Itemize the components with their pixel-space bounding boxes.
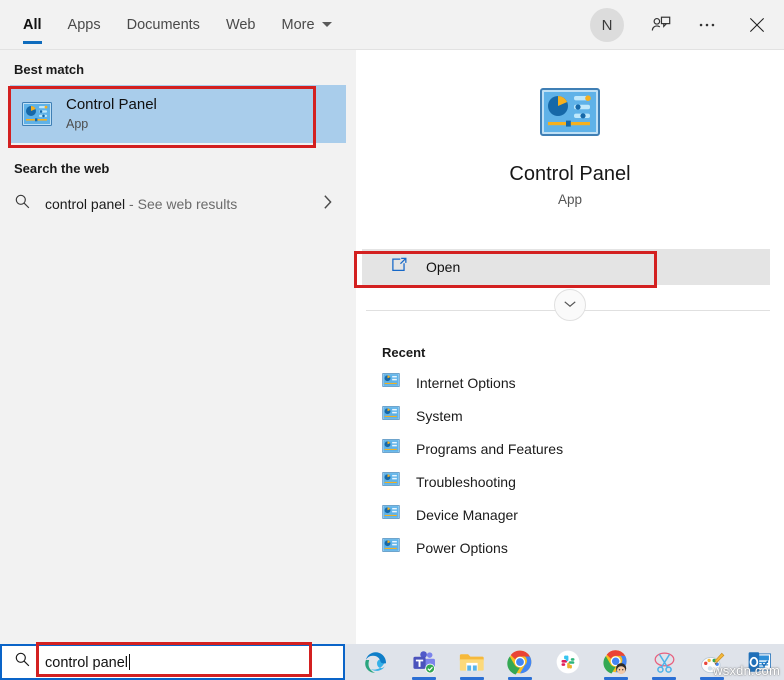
- control-panel-icon: [382, 472, 400, 491]
- open-external-icon: [390, 256, 408, 279]
- ellipsis-icon[interactable]: [684, 0, 730, 50]
- preview-pane: Control Panel App Open: [356, 50, 784, 644]
- tab-all[interactable]: All: [10, 0, 55, 50]
- recent-item-programs-and-features[interactable]: Programs and Features: [356, 432, 784, 465]
- close-icon[interactable]: [730, 0, 784, 50]
- control-panel-icon: [382, 439, 400, 458]
- recent-item-label: Internet Options: [416, 375, 516, 391]
- preview-app-type: App: [356, 192, 784, 207]
- tab-all-label: All: [23, 17, 42, 33]
- best-match-header: Best match: [0, 50, 356, 85]
- recent-item-label: Device Manager: [416, 507, 518, 523]
- search-icon: [14, 651, 31, 673]
- results-pane: Best match Cont: [0, 50, 356, 644]
- tab-web[interactable]: Web: [213, 0, 269, 50]
- recent-item-label: System: [416, 408, 463, 424]
- control-panel-icon: [382, 505, 400, 524]
- tab-list: All Apps Documents Web More: [10, 0, 345, 50]
- recent-item-label: Programs and Features: [416, 441, 563, 457]
- taskbar-icon-slack[interactable]: [544, 644, 592, 680]
- taskbar-search-text: control panel: [45, 655, 128, 671]
- expand-actions-button[interactable]: [554, 289, 586, 321]
- recent-item-troubleshooting[interactable]: Troubleshooting: [356, 465, 784, 498]
- taskbar: control panel wsxdn.com: [0, 644, 784, 680]
- tab-apps-label: Apps: [68, 17, 101, 33]
- action-list: Open: [356, 249, 784, 331]
- avatar-initial: N: [602, 17, 613, 34]
- preview-hero: Control Panel App: [356, 50, 784, 207]
- control-panel-icon: [382, 373, 400, 392]
- tab-web-label: Web: [226, 17, 256, 33]
- best-match-title: Control Panel: [66, 96, 157, 115]
- taskbar-icon-google-chrome[interactable]: [496, 644, 544, 680]
- avatar[interactable]: N: [590, 8, 624, 42]
- tab-more-label: More: [282, 17, 315, 33]
- tab-more[interactable]: More: [269, 0, 345, 50]
- person-feedback-icon[interactable]: [638, 0, 684, 50]
- web-result-text: control panel - See web results: [45, 196, 237, 212]
- taskbar-icon-microsoft-edge[interactable]: [352, 644, 400, 680]
- control-panel-icon: [539, 123, 601, 140]
- expander-area: [356, 289, 784, 331]
- tab-apps[interactable]: Apps: [55, 0, 114, 50]
- web-result-row[interactable]: control panel - See web results: [0, 184, 348, 224]
- best-match-subtitle: App: [66, 117, 157, 133]
- open-action-label: Open: [426, 259, 460, 275]
- chevron-down-icon: [322, 22, 332, 27]
- taskbar-icon-microsoft-teams[interactable]: [400, 644, 448, 680]
- taskbar-icon-chrome-profile[interactable]: [592, 644, 640, 680]
- recent-item-internet-options[interactable]: Internet Options: [356, 366, 784, 399]
- recent-list: Internet Options System: [356, 366, 784, 564]
- web-result-suffix: - See web results: [125, 196, 237, 212]
- recent-item-label: Troubleshooting: [416, 474, 516, 490]
- preview-app-title: Control Panel: [356, 163, 784, 186]
- recent-item-device-manager[interactable]: Device Manager: [356, 498, 784, 531]
- text-cursor: [129, 654, 130, 670]
- window-controls: N: [590, 0, 784, 50]
- recent-item-label: Power Options: [416, 540, 508, 556]
- windows-search-overlay: All Apps Documents Web More N: [0, 0, 784, 680]
- best-match-control-panel[interactable]: Control Panel App: [10, 85, 346, 143]
- recent-item-power-options[interactable]: Power Options: [356, 531, 784, 564]
- control-panel-icon: [382, 406, 400, 425]
- web-result-query: control panel: [45, 196, 125, 212]
- taskbar-search-input[interactable]: control panel: [0, 644, 345, 680]
- tab-documents[interactable]: Documents: [114, 0, 213, 50]
- recent-header: Recent: [356, 331, 784, 366]
- search-filter-tabbar: All Apps Documents Web More N: [0, 0, 784, 50]
- tab-documents-label: Documents: [127, 17, 200, 33]
- chevron-right-icon[interactable]: [321, 194, 334, 215]
- watermark: wsxdn.com: [713, 663, 780, 678]
- open-action[interactable]: Open: [362, 249, 770, 285]
- control-panel-icon: [382, 538, 400, 557]
- search-web-header: Search the web: [0, 143, 356, 184]
- chevron-down-icon: [563, 296, 577, 314]
- control-panel-icon: [22, 102, 52, 126]
- taskbar-icon-file-explorer[interactable]: [448, 644, 496, 680]
- recent-item-system[interactable]: System: [356, 399, 784, 432]
- taskbar-search-value: control panel: [45, 654, 130, 671]
- taskbar-icon-snipping-tool[interactable]: [640, 644, 688, 680]
- best-match-text: Control Panel App: [66, 96, 157, 132]
- search-icon: [14, 193, 31, 215]
